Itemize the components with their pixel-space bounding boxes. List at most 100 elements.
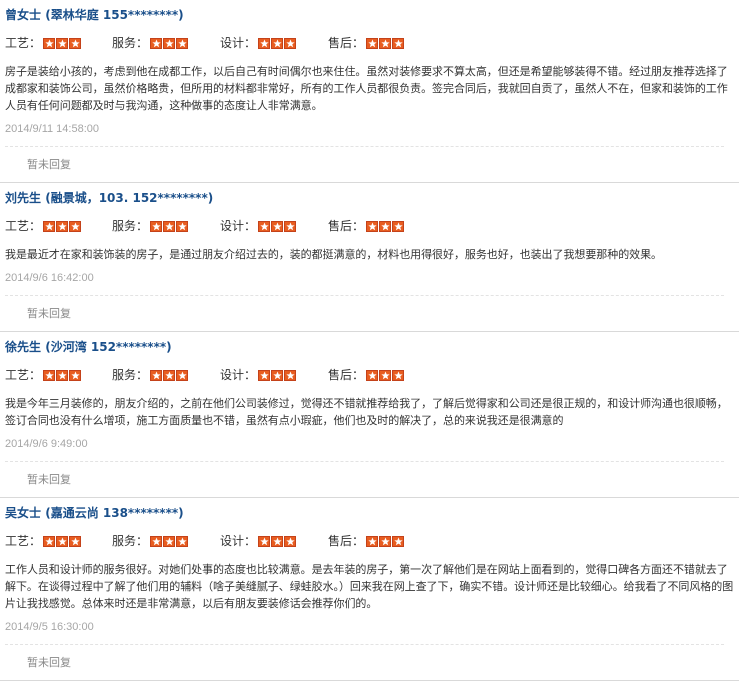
review-content: 我是最近才在家和装饰装的房子，是通过朋友介绍过去的，装的都挺满意的，材料也用得很… bbox=[5, 248, 662, 261]
rating-label: 服务： bbox=[112, 534, 149, 548]
star-icon bbox=[284, 37, 297, 49]
rating-gongyi: 工艺： bbox=[5, 362, 82, 388]
rating-gongyi: 工艺： bbox=[5, 213, 82, 239]
rating-stars bbox=[366, 220, 405, 232]
rating-label: 工艺： bbox=[5, 36, 42, 50]
rating-sheji: 设计： bbox=[220, 362, 297, 388]
review-list: 曾女士 (翠林华庭 155********) 工艺： 服务： 设计： 售后： 房子是装给小… bbox=[0, 0, 739, 681]
star-icon bbox=[163, 369, 176, 381]
reviewer-detail: (翠林华庭 155********) bbox=[45, 8, 184, 22]
star-icon bbox=[69, 369, 82, 381]
review-time: 2014/9/5 16:30:00 bbox=[5, 621, 94, 633]
star-icon bbox=[163, 37, 176, 49]
star-icon bbox=[56, 220, 69, 232]
star-icon bbox=[366, 535, 379, 547]
star-icon bbox=[258, 369, 271, 381]
rating-label: 服务： bbox=[112, 219, 149, 233]
rating-label: 售后： bbox=[328, 219, 365, 233]
star-icon bbox=[379, 535, 392, 547]
star-icon bbox=[284, 369, 297, 381]
star-icon bbox=[43, 37, 56, 49]
star-icon bbox=[150, 369, 163, 381]
star-icon bbox=[392, 37, 405, 49]
star-icon bbox=[163, 535, 176, 547]
star-icon bbox=[176, 37, 189, 49]
reply-status: 暂未回复 bbox=[27, 307, 71, 320]
star-icon bbox=[284, 220, 297, 232]
star-icon bbox=[176, 369, 189, 381]
reply-status: 暂未回复 bbox=[27, 656, 71, 669]
rating-label: 售后： bbox=[328, 36, 365, 50]
rating-shouhou: 售后： bbox=[328, 213, 405, 239]
reviewer-detail: (融景城，103. 152********) bbox=[45, 191, 214, 205]
rating-stars bbox=[43, 37, 82, 49]
review-item: 刘先生 (融景城，103. 152********) 工艺： 服务： 设计： 售后： 我是… bbox=[0, 183, 739, 332]
reviewer-name: 吴女士 bbox=[5, 506, 42, 520]
rating-label: 设计： bbox=[220, 368, 257, 382]
star-icon bbox=[56, 37, 69, 49]
review-time: 2014/9/11 14:58:00 bbox=[5, 123, 99, 135]
reviewer-header: 刘先生 (融景城，103. 152********) bbox=[5, 183, 734, 213]
rating-row: 工艺： 服务： 设计： 售后： bbox=[5, 528, 734, 554]
star-icon bbox=[163, 220, 176, 232]
star-icon bbox=[176, 220, 189, 232]
rating-gongyi: 工艺： bbox=[5, 30, 82, 56]
star-icon bbox=[258, 220, 271, 232]
reviewer-name: 刘先生 bbox=[5, 191, 42, 205]
rating-stars bbox=[258, 369, 297, 381]
star-icon bbox=[379, 220, 392, 232]
rating-stars bbox=[150, 369, 189, 381]
rating-shouhou: 售后： bbox=[328, 362, 405, 388]
rating-row: 工艺： 服务： 设计： 售后： bbox=[5, 30, 734, 56]
star-icon bbox=[392, 220, 405, 232]
rating-label: 工艺： bbox=[5, 368, 42, 382]
star-icon bbox=[392, 535, 405, 547]
star-icon bbox=[176, 535, 189, 547]
star-icon bbox=[150, 37, 163, 49]
star-icon bbox=[271, 369, 284, 381]
rating-label: 设计： bbox=[220, 534, 257, 548]
rating-shouhou: 售后： bbox=[328, 528, 405, 554]
reviewer-detail: (嘉通云尚 138********) bbox=[45, 506, 184, 520]
rating-label: 售后： bbox=[328, 534, 365, 548]
rating-sheji: 设计： bbox=[220, 213, 297, 239]
star-icon bbox=[56, 369, 69, 381]
reviewer-detail: (沙河湾 152********) bbox=[45, 340, 172, 354]
review-content: 房子是装给小孩的，考虑到他在成都工作，以后自己有时间偶尔也来住住。虽然对装修要求… bbox=[5, 65, 728, 112]
review-content: 我是今年三月装修的，朋友介绍的，之前在他们公司装修过，觉得还不错就推荐给我了，了… bbox=[5, 397, 728, 427]
rating-stars bbox=[258, 37, 297, 49]
rating-row: 工艺： 服务： 设计： 售后： bbox=[5, 362, 734, 388]
reviewer-header: 徐先生 (沙河湾 152********) bbox=[5, 332, 734, 362]
rating-fuwu: 服务： bbox=[112, 213, 189, 239]
star-icon bbox=[271, 37, 284, 49]
rating-label: 服务： bbox=[112, 368, 149, 382]
reviewer-header: 曾女士 (翠林华庭 155********) bbox=[5, 0, 734, 30]
star-icon bbox=[258, 535, 271, 547]
review-item: 曾女士 (翠林华庭 155********) 工艺： 服务： 设计： 售后： 房子是装给小… bbox=[0, 0, 739, 183]
reply-status: 暂未回复 bbox=[27, 158, 71, 171]
rating-stars bbox=[150, 535, 189, 547]
reviewer-name: 曾女士 bbox=[5, 8, 42, 22]
rating-label: 工艺： bbox=[5, 534, 42, 548]
rating-stars bbox=[366, 37, 405, 49]
rating-stars bbox=[258, 220, 297, 232]
review-content: 工作人员和设计师的服务很好。对她们处事的态度也比较满意。是去年装的房子，第一次了… bbox=[5, 563, 734, 610]
star-icon bbox=[56, 535, 69, 547]
star-icon bbox=[43, 535, 56, 547]
star-icon bbox=[150, 220, 163, 232]
reviewer-name: 徐先生 bbox=[5, 340, 42, 354]
rating-stars bbox=[43, 369, 82, 381]
rating-stars bbox=[43, 535, 82, 547]
rating-sheji: 设计： bbox=[220, 30, 297, 56]
rating-label: 服务： bbox=[112, 36, 149, 50]
rating-fuwu: 服务： bbox=[112, 362, 189, 388]
review-time: 2014/9/6 16:42:00 bbox=[5, 272, 94, 284]
star-icon bbox=[271, 220, 284, 232]
reply-status: 暂未回复 bbox=[27, 473, 71, 486]
rating-stars bbox=[366, 369, 405, 381]
star-icon bbox=[69, 535, 82, 547]
rating-fuwu: 服务： bbox=[112, 528, 189, 554]
rating-stars bbox=[366, 535, 405, 547]
review-time: 2014/9/6 9:49:00 bbox=[5, 438, 88, 450]
star-icon bbox=[366, 220, 379, 232]
